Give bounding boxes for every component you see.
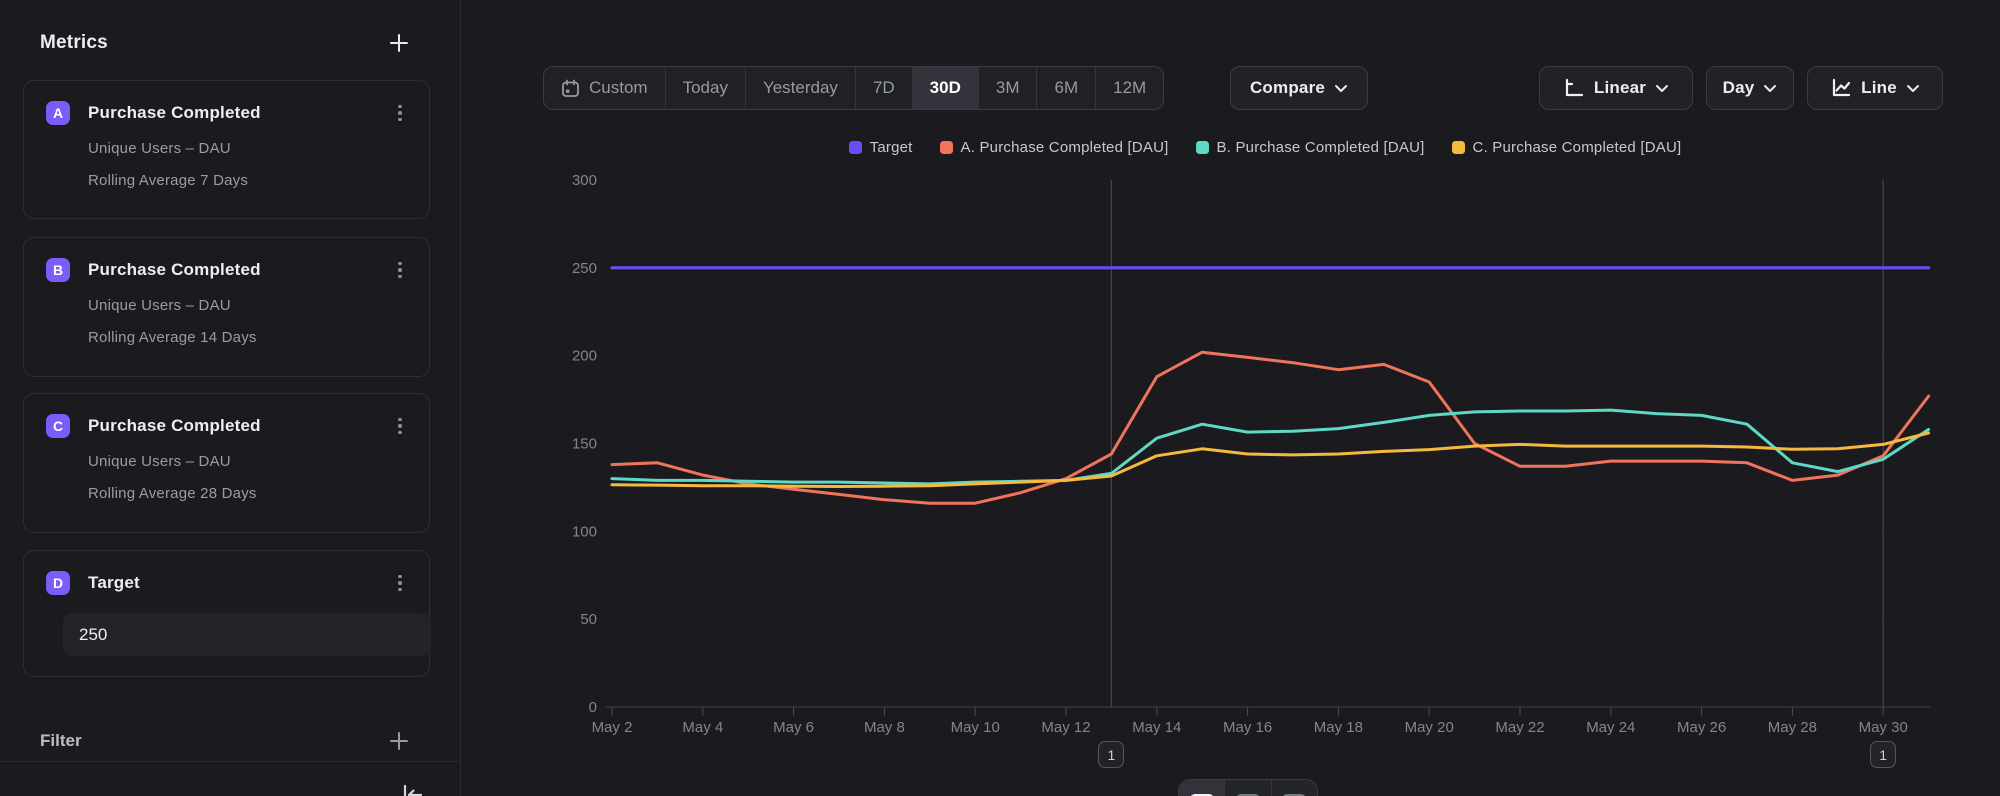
x-axis-label: May 18 — [1314, 719, 1363, 736]
annotation-badge[interactable]: 1 — [1870, 741, 1896, 768]
y-axis-label: 200 — [572, 348, 597, 365]
x-axis-label: May 12 — [1041, 719, 1090, 736]
x-axis-label: May 28 — [1768, 719, 1817, 736]
x-axis-label: May 16 — [1223, 719, 1272, 736]
line-chart: 0 50 100 150 200 250 300 May 2 May 4 May 6 May 8 Ma… — [0, 0, 2000, 796]
view-toggle-chart[interactable] — [1179, 780, 1224, 796]
x-axis-label: May 20 — [1405, 719, 1454, 736]
y-axis-label: 50 — [580, 611, 597, 628]
view-toggle-details[interactable] — [1271, 780, 1317, 796]
y-axis-label: 300 — [572, 172, 597, 189]
x-axis-label: May 22 — [1495, 719, 1544, 736]
app-window: Metrics A Purchase Completed Unique User… — [0, 0, 2000, 796]
y-axis-label: 150 — [572, 436, 597, 453]
chart-view-toggle — [1178, 779, 1318, 796]
x-axis-label: May 24 — [1586, 719, 1635, 736]
x-axis-label: May 4 — [682, 719, 723, 736]
view-toggle-table[interactable] — [1224, 780, 1270, 796]
x-axis-label: May 6 — [773, 719, 814, 736]
x-axis-label: May 2 — [592, 719, 633, 736]
x-axis-label: May 30 — [1859, 719, 1908, 736]
chart-series-a-line — [612, 352, 1929, 503]
annotation-badge[interactable]: 1 — [1098, 741, 1124, 768]
chart-series-c-line — [612, 433, 1929, 487]
y-axis-label: 250 — [572, 260, 597, 277]
y-axis-label: 0 — [589, 699, 597, 716]
x-axis-label: May 10 — [951, 719, 1000, 736]
x-axis-label: May 8 — [864, 719, 905, 736]
x-axis-label: May 14 — [1132, 719, 1181, 736]
x-axis-label: May 26 — [1677, 719, 1726, 736]
y-axis-label: 100 — [572, 523, 597, 540]
